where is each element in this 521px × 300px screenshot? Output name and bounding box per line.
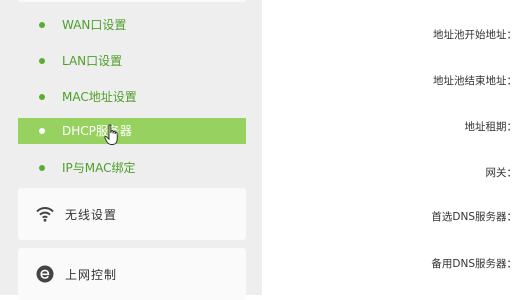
sidebar-item-ip-mac-binding[interactable]: IP与MAC绑定	[18, 155, 246, 181]
primary-dns-label: 首选DNS服务器：	[431, 211, 517, 223]
pool-start-label: 地址池开始地址：	[433, 29, 517, 41]
bullet-icon	[39, 58, 45, 64]
secondary-dns-label: 备用DNS服务器：	[431, 258, 517, 270]
bullet-icon	[39, 165, 45, 171]
hand-cursor-icon	[104, 124, 118, 145]
dhcp-settings-form: 地址池开始地址： 地址池结束地址： 地址租期： 网关： 首选DNS服务器： 备用…	[262, 0, 521, 295]
collapsed-section-card[interactable]	[18, 0, 246, 2]
sidebar-item-lan-settings[interactable]: LAN口设置	[18, 48, 246, 74]
gateway-label: 网关：	[485, 167, 518, 179]
lease-time-label: 地址租期：	[464, 121, 518, 133]
wifi-icon	[36, 207, 54, 222]
e-circle-icon	[36, 265, 54, 283]
sidebar-item-label: MAC地址设置	[62, 90, 137, 104]
sidebar-item-mac-settings[interactable]: MAC地址设置	[18, 84, 246, 110]
sidebar-item-label: IP与MAC绑定	[62, 161, 136, 175]
sidebar-item-label: WAN口设置	[62, 18, 127, 32]
pool-end-label: 地址池结束地址：	[433, 75, 517, 87]
sidebar-section-wireless[interactable]: 无线设置	[18, 188, 246, 240]
bullet-icon	[39, 128, 45, 134]
sidebar-item-dhcp-server[interactable]: DHCP服务器	[18, 118, 246, 145]
sidebar-item-wan-settings[interactable]: WAN口设置	[18, 12, 246, 38]
sidebar-item-label: LAN口设置	[62, 54, 123, 68]
bullet-icon	[39, 22, 45, 28]
sidebar: WAN口设置 LAN口设置 MAC地址设置 DHCP服务器 IP与MAC绑定 无…	[0, 0, 262, 300]
sidebar-section-internet-control[interactable]: 上网控制	[18, 248, 246, 300]
sidebar-section-label: 无线设置	[65, 208, 118, 222]
bullet-icon	[39, 94, 45, 100]
sidebar-section-label: 上网控制	[65, 268, 118, 282]
sidebar-item-label: DHCP服务器	[62, 124, 132, 138]
